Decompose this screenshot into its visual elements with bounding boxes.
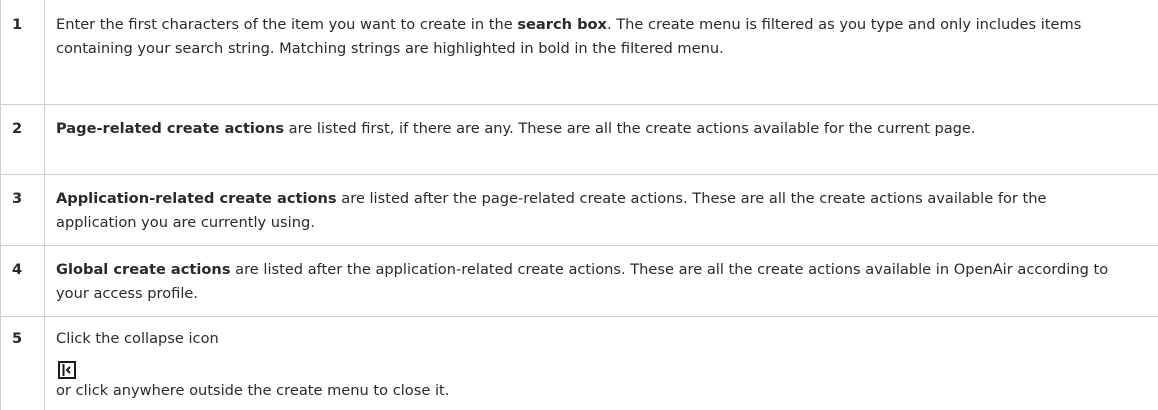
step-description: Global create actions are listed after t… — [45, 246, 1158, 306]
steps-table: 1 Enter the first characters of the item… — [0, 0, 1158, 410]
step-number-cell: 4 — [1, 246, 45, 317]
step-bold-term: Global create actions — [56, 261, 231, 278]
step-number: 1 — [1, 0, 44, 37]
table-row: 3 Application-related create actions are… — [1, 175, 1158, 246]
step-text: or click anywhere outside the create men… — [56, 382, 449, 399]
step-description-cell: Click the collapse icon or click anywher… — [45, 317, 1158, 410]
step-description: Enter the first characters of the item y… — [45, 0, 1158, 61]
step-text: Click the collapse icon — [56, 330, 219, 347]
step-number: 4 — [1, 246, 44, 282]
step-description-cell: Enter the first characters of the item y… — [45, 0, 1158, 105]
step-number-cell: 1 — [1, 0, 45, 105]
collapse-icon — [58, 351, 76, 379]
step-description: Page-related create actions are listed f… — [45, 105, 1158, 141]
table-row: 2 Page-related create actions are listed… — [1, 105, 1158, 175]
table-row: 1 Enter the first characters of the item… — [1, 0, 1158, 105]
step-description-cell: Application-related create actions are l… — [45, 175, 1158, 246]
step-description-cell: Global create actions are listed after t… — [45, 246, 1158, 317]
table-row: 5 Click the collapse icon or click anywh… — [1, 317, 1158, 410]
step-number: 2 — [1, 105, 44, 141]
step-text: are listed first, if there are any. Thes… — [284, 120, 976, 137]
step-description-cell: Page-related create actions are listed f… — [45, 105, 1158, 175]
step-text: Enter the first characters of the item y… — [56, 16, 517, 33]
step-description: Click the collapse icon or click anywher… — [45, 317, 1158, 403]
step-number-cell: 2 — [1, 105, 45, 175]
step-number: 3 — [1, 175, 44, 211]
step-bold-term: search box — [517, 16, 607, 33]
step-number-cell: 3 — [1, 175, 45, 246]
step-number-cell: 5 — [1, 317, 45, 410]
table-row: 4 Global create actions are listed after… — [1, 246, 1158, 317]
step-bold-term: Application-related create actions — [56, 190, 337, 207]
step-description: Application-related create actions are l… — [45, 175, 1158, 235]
step-number: 5 — [1, 317, 44, 351]
step-bold-term: Page-related create actions — [56, 120, 284, 137]
